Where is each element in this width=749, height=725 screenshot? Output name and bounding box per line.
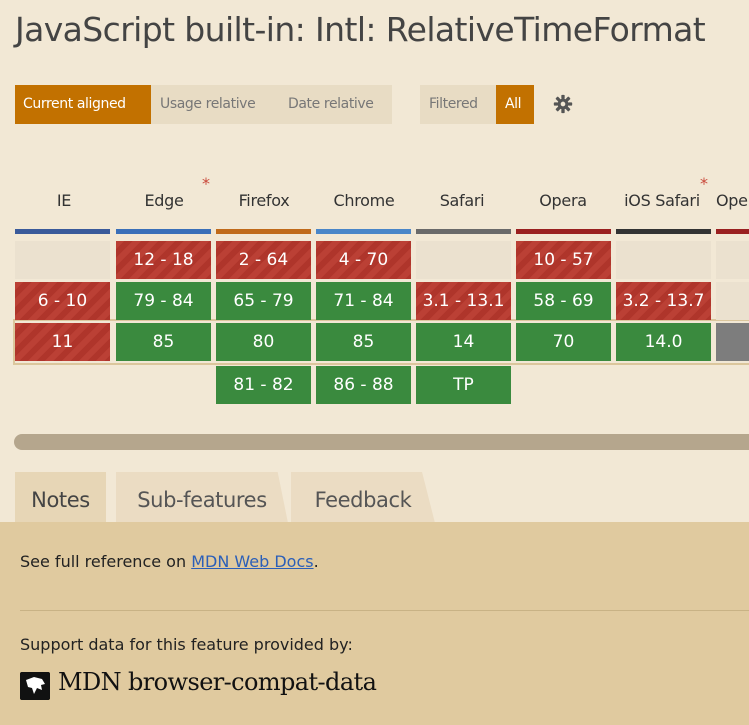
browser-name: Opera (539, 191, 587, 210)
support-cell[interactable]: 70 (516, 323, 611, 361)
usage-relative-button[interactable]: Usage relative (151, 85, 279, 124)
date-relative-button[interactable]: Date relative (279, 85, 392, 124)
tab-sub-features[interactable]: Sub-features (116, 472, 288, 523)
see-full-reference: See full reference on MDN Web Docs. (20, 552, 319, 571)
support-cell[interactable]: 65 - 79 (216, 282, 311, 320)
support-cell[interactable]: 12 - 18 (116, 241, 211, 279)
support-cell[interactable]: 80 (216, 323, 311, 361)
support-cell[interactable]: 85 (116, 323, 211, 361)
browser-color-bar (516, 229, 611, 234)
browser-name: Chrome (333, 191, 395, 210)
browser-name: Safari (439, 191, 485, 210)
support-cell[interactable] (716, 323, 749, 361)
note-marker[interactable]: * (700, 174, 708, 193)
browser-color-bar (216, 229, 311, 234)
notes-divider (20, 610, 749, 611)
support-cell[interactable]: 85 (316, 323, 411, 361)
see-full-suffix: . (313, 552, 319, 571)
browser-color-bar (316, 229, 411, 234)
support-cell[interactable]: 86 - 88 (316, 366, 411, 404)
note-marker[interactable]: * (202, 174, 210, 193)
support-cell[interactable]: 14 (416, 323, 511, 361)
browser-color-bar (416, 229, 511, 234)
support-cell[interactable]: 4 - 70 (316, 241, 411, 279)
support-cell[interactable]: 2 - 64 (216, 241, 311, 279)
mdn-web-docs-link[interactable]: MDN Web Docs (191, 552, 313, 571)
browser-color-bar (716, 229, 749, 234)
gear-icon[interactable] (553, 94, 573, 114)
support-cell[interactable]: 79 - 84 (116, 282, 211, 320)
filtered-button[interactable]: Filtered (420, 85, 496, 124)
browser-color-bar (616, 229, 711, 234)
support-cell[interactable]: TP (416, 366, 511, 404)
support-cell[interactable]: 81 - 82 (216, 366, 311, 404)
support-cell[interactable]: 11 (15, 323, 110, 361)
support-cell[interactable]: 71 - 84 (316, 282, 411, 320)
support-cell[interactable] (15, 241, 110, 279)
support-cell[interactable]: 6 - 10 (15, 282, 110, 320)
support-cell[interactable] (716, 282, 749, 320)
browser-name: iOS Safari (624, 191, 700, 210)
mdn-compat-data-label: MDN browser-compat-data (58, 668, 377, 696)
tab-notes[interactable]: Notes (15, 472, 106, 523)
browser-name: Ope (716, 191, 748, 210)
support-cell[interactable]: 3.1 - 13.1 (416, 282, 511, 320)
support-cell[interactable] (716, 241, 749, 279)
mdn-dinosaur-icon (20, 672, 50, 700)
support-cell[interactable]: 10 - 57 (516, 241, 611, 279)
all-button[interactable]: All (496, 85, 534, 124)
see-full-prefix: See full reference on (20, 552, 192, 571)
support-cell[interactable] (416, 241, 511, 279)
browser-color-bar (15, 229, 110, 234)
browser-name: IE (56, 191, 72, 210)
support-cell[interactable]: 58 - 69 (516, 282, 611, 320)
support-cell[interactable]: 14.0 (616, 323, 711, 361)
support-cell[interactable] (616, 241, 711, 279)
horizontal-scrollbar[interactable] (14, 434, 749, 450)
browser-name: Edge (144, 191, 184, 210)
browser-name: Firefox (238, 191, 290, 210)
page-title: JavaScript built-in: Intl: RelativeTimeF… (15, 10, 706, 49)
current-aligned-button[interactable]: Current aligned (15, 85, 151, 124)
browser-color-bar (116, 229, 211, 234)
tab-feedback[interactable]: Feedback (291, 472, 435, 523)
support-data-label: Support data for this feature provided b… (20, 635, 353, 654)
support-cell[interactable]: 3.2 - 13.7 (616, 282, 711, 320)
